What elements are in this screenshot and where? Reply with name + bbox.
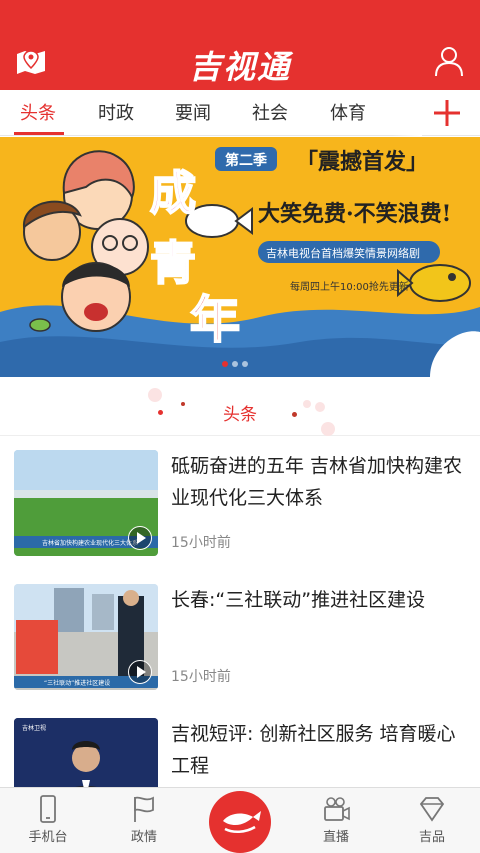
app-root: 吉视通 头条 时政 要闻 社会 体育 成 青 年 第二季 「震撼首发」 大笑免费…: [0, 0, 480, 853]
category-tabs: 头条 时政 要闻 社会 体育: [0, 90, 480, 136]
plus-icon[interactable]: [430, 96, 464, 130]
app-logo: 吉视通: [188, 48, 291, 86]
nav-label: 直播: [322, 830, 349, 845]
news-time: 15小时前: [171, 669, 231, 685]
nav-politics[interactable]: 政情: [104, 794, 184, 845]
headline-bracket: 「震撼首发」: [296, 149, 428, 175]
nav-label: 吉品: [418, 830, 445, 845]
video-camera-icon: [324, 797, 350, 821]
carousel-dot: [222, 361, 228, 367]
news-title[interactable]: 砥砺奋进的五年 吉林省加快构建农业现代化三大体系: [171, 450, 467, 514]
thumb-caption: 吉林卫视: [22, 724, 46, 732]
nav-products[interactable]: 吉品: [392, 794, 472, 845]
news-item[interactable]: 吉林省加快构建农业现代化三大体系 砥砺奋进的五年 吉林省加快构建农业现代化三大体…: [0, 436, 480, 570]
news-title[interactable]: 吉视短评: 创新社区服务 培育暖心工程: [171, 718, 467, 782]
tab-sports[interactable]: 体育: [316, 99, 380, 125]
banner-subline: 吉林电视台首档爆笑情景网络剧: [266, 246, 420, 260]
diamond-icon: [419, 797, 445, 822]
banner-title-char: 成: [150, 166, 196, 220]
tab-fade: [392, 90, 422, 136]
map-pin-icon[interactable]: [14, 44, 48, 78]
tab-headlines[interactable]: 头条: [6, 99, 70, 125]
nav-label: 政情: [130, 830, 157, 845]
banner-slogan: 大笑免费·不笑浪费!: [258, 201, 451, 227]
banner-title-char: 年: [190, 290, 240, 349]
news-thumbnail[interactable]: “三社联动”推进社区建设: [14, 584, 158, 690]
promo-banner[interactable]: 成 青 年 第二季 「震撼首发」 大笑免费·不笑浪费! 吉林电视台首档爆笑情景网…: [0, 137, 480, 377]
banner-title-char: 青: [150, 236, 196, 290]
thumb-caption: 吉林省加快构建农业现代化三大体系: [42, 539, 138, 547]
nav-label: 手机台: [28, 830, 68, 845]
thumb-caption: “三社联动”推进社区建设: [44, 679, 110, 687]
nav-phone-tv[interactable]: 手机台: [8, 794, 88, 845]
flag-icon: [134, 796, 154, 822]
phone-icon: [40, 795, 56, 823]
carousel-indicator: [222, 352, 258, 367]
news-item[interactable]: “三社联动”推进社区建设 长春:“三社联动”推进社区建设 15小时前: [0, 570, 480, 704]
fish-logo-icon: [223, 811, 261, 833]
play-icon[interactable]: [128, 526, 152, 550]
news-item[interactable]: 吉林卫视 吉视短评: 创新社区服务 培育暖心工程: [0, 704, 480, 824]
tab-society[interactable]: 社会: [238, 99, 302, 125]
news-time: 15小时前: [171, 535, 231, 551]
app-header: 吉视通: [0, 0, 480, 90]
news-thumbnail[interactable]: 吉林省加快构建农业现代化三大体系: [14, 450, 158, 556]
section-title: 头条: [223, 405, 257, 425]
season-badge: 第二季: [225, 152, 267, 169]
tab-news[interactable]: 要闻: [161, 99, 225, 125]
news-title[interactable]: 长春:“三社联动”推进社区建设: [171, 584, 467, 616]
center-home-button[interactable]: [209, 791, 271, 853]
active-tab-indicator: [14, 132, 64, 135]
user-icon[interactable]: [432, 44, 466, 78]
nav-live[interactable]: 直播: [296, 794, 376, 845]
banner-schedule: 每周四上午10:00抢先更新: [290, 280, 409, 293]
section-header: 头条: [0, 378, 480, 436]
play-icon[interactable]: [128, 660, 152, 684]
tab-politics[interactable]: 时政: [84, 99, 148, 125]
carousel-dot: [232, 361, 238, 367]
carousel-dot: [242, 361, 248, 367]
